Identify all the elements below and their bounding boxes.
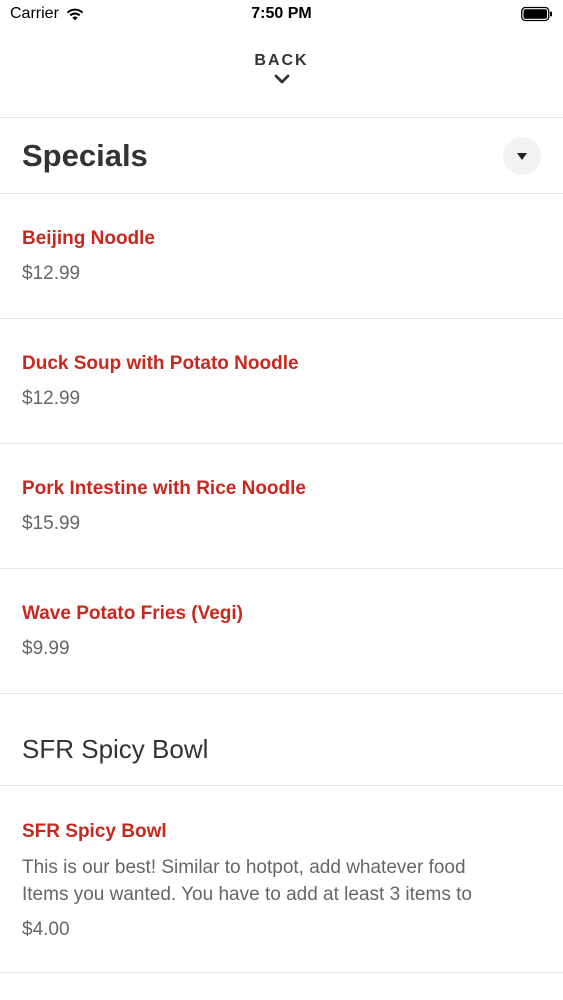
clock: 7:50 PM xyxy=(251,5,312,22)
section-dropdown-button[interactable] xyxy=(503,137,541,175)
back-button[interactable]: BACK xyxy=(0,52,563,85)
caret-down-icon xyxy=(517,152,527,160)
menu-item[interactable]: Wave Potato Fries (Vegi) $9.99 xyxy=(0,569,563,693)
chevron-down-icon xyxy=(274,74,289,84)
item-name: SFR Spicy Bowl xyxy=(22,821,167,842)
item-description-line: Items you wanted. You have to add at lea… xyxy=(22,884,472,905)
menu-item[interactable]: SFR Spicy Bowl This is our best! Similar… xyxy=(0,786,563,972)
menu-item[interactable]: Pork Intestine with Rice Noodle $15.99 xyxy=(0,444,563,568)
item-price: $12.99 xyxy=(22,388,81,409)
item-name: Beijing Noodle xyxy=(22,228,155,249)
section-header-sfr-spicy-bowl: SFR Spicy Bowl xyxy=(0,694,563,785)
item-price: $12.99 xyxy=(22,263,81,284)
item-price: $4.00 xyxy=(22,919,70,940)
item-name: Wave Potato Fries (Vegi) xyxy=(22,603,244,624)
back-label: BACK xyxy=(254,52,309,69)
divider xyxy=(0,972,563,973)
status-bar: Carrier 7:50 PM xyxy=(0,0,563,30)
section-header-specials: Specials xyxy=(0,118,563,193)
item-price: $9.99 xyxy=(22,638,70,659)
item-price: $15.99 xyxy=(22,513,81,534)
menu-item[interactable]: Duck Soup with Potato Noodle $12.99 xyxy=(0,319,563,443)
section-title: Specials xyxy=(22,138,148,173)
section-title: SFR Spicy Bowl xyxy=(22,734,209,764)
item-name: Pork Intestine with Rice Noodle xyxy=(22,478,306,499)
menu-item[interactable]: Beijing Noodle $12.99 xyxy=(0,194,563,318)
battery-icon xyxy=(521,6,552,22)
item-name: Duck Soup with Potato Noodle xyxy=(22,353,299,374)
item-description-line: This is our best! Similar to hotpot, add… xyxy=(22,857,466,878)
